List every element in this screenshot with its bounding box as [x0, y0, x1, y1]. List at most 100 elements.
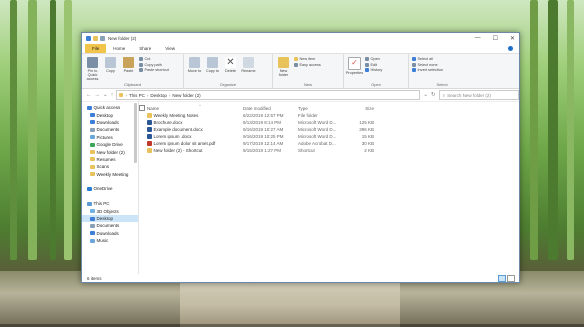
folder-icon	[90, 150, 95, 155]
minimize-button[interactable]: —	[475, 35, 481, 42]
sidebar-item-documents[interactable]: Documents	[82, 222, 138, 229]
properties-button[interactable]: ✓ Properties	[346, 57, 363, 75]
column-name[interactable]: Name	[147, 106, 243, 111]
pdf-icon	[147, 141, 152, 146]
documents-icon	[90, 223, 95, 228]
sidebar-item-label: Weekly Meeting	[96, 171, 129, 177]
sidebar-item-label: OneDrive	[93, 186, 113, 192]
sidebar-item-this-pc[interactable]: This PC	[82, 200, 138, 207]
sidebar-item-music[interactable]: Music	[82, 237, 138, 244]
open-group: ✓ Properties Open Edit History Open	[344, 54, 409, 88]
recent-locations-icon[interactable]: ⌄	[103, 92, 108, 98]
search-icon: ⌕	[442, 92, 446, 98]
details-view-button[interactable]	[498, 274, 506, 282]
delete-button[interactable]: ✕ Delete	[223, 57, 238, 73]
file-type: Microsoft Word D...	[298, 127, 337, 132]
sidebar-item-quick-access[interactable]: Quick access	[82, 104, 138, 111]
file-type: Shortcut	[298, 148, 315, 153]
history-button[interactable]: History	[365, 68, 382, 72]
sidebar-item-label: Resumes	[96, 156, 116, 162]
copy-to-button[interactable]: Copy to	[205, 57, 220, 73]
breadcrumb-new-folder[interactable]: New folder (2)	[172, 93, 200, 98]
select-all-button[interactable]: Select all	[412, 57, 443, 61]
sidebar-item-label: Scans	[96, 164, 110, 170]
file-row[interactable]: Example document.docx 9/16/2019 10:27 AM M…	[139, 126, 519, 133]
ribbon-tabs: File Home Share View	[82, 44, 519, 53]
invert-selection-button[interactable]: Invert selection	[412, 68, 443, 72]
word-doc-icon	[147, 134, 152, 139]
sidebar-item-resumes[interactable]: Resumes	[82, 156, 138, 163]
new-item-button[interactable]: New item	[294, 57, 321, 61]
move-to-button[interactable]: Move to	[187, 57, 202, 73]
back-arrow-icon[interactable]: ←	[86, 92, 92, 98]
select-none-button[interactable]: Select none	[412, 62, 443, 67]
column-size[interactable]: Size	[348, 106, 374, 111]
cut-button[interactable]: Cut	[139, 57, 169, 61]
checkmark-icon[interactable]	[100, 36, 105, 41]
sidebar-item-onedrive[interactable]: OneDrive	[82, 185, 138, 192]
tab-share[interactable]: Share	[132, 44, 158, 53]
address-dropdown-icon[interactable]: ⌄	[423, 92, 428, 98]
pin-to-quick-access-button[interactable]: Pin to Quick access	[85, 57, 100, 81]
nav-scrollbar[interactable]	[134, 103, 137, 163]
sidebar-item-google-drive[interactable]: Google Drive	[82, 141, 138, 148]
forward-arrow-icon[interactable]: →	[95, 92, 101, 98]
open-button[interactable]: Open	[365, 57, 382, 61]
file-row[interactable]: Weekly Meeting Notes 6/22/2019 12:57 PM Fi…	[139, 112, 519, 119]
easy-access-button[interactable]: Easy access	[294, 62, 321, 67]
file-date: 9/16/2019 10:27 AM	[243, 127, 284, 132]
rename-button[interactable]: Rename	[241, 57, 256, 73]
documents-icon	[90, 127, 95, 132]
sidebar-item-downloads[interactable]: Downloads	[82, 119, 138, 126]
paste-button[interactable]: Paste	[121, 57, 136, 73]
large-icons-view-button[interactable]	[507, 274, 515, 282]
copy-path-button[interactable]: Copy path	[139, 62, 169, 67]
file-name: New folder (2) - Shortcut	[153, 148, 203, 153]
column-date-modified[interactable]: Date modified	[243, 106, 298, 111]
sidebar-item-pictures[interactable]: Pictures	[82, 134, 138, 141]
tab-file[interactable]: File	[85, 44, 107, 53]
tab-home[interactable]: Home	[106, 44, 132, 53]
sidebar-item-label: 3D Objects	[96, 208, 119, 214]
column-type[interactable]: Type	[298, 106, 348, 111]
sidebar-item-scans[interactable]: Scans	[82, 163, 138, 170]
properties-icon: ✓	[348, 57, 361, 70]
tab-view[interactable]: View	[158, 44, 182, 53]
select-all-icon	[412, 57, 416, 61]
sidebar-item-label: Desktop	[96, 112, 114, 118]
delete-icon: ✕	[225, 57, 236, 68]
file-row[interactable]: Brochure.docx 9/13/2019 8:14 PM Microsoft …	[139, 119, 519, 126]
breadcrumb-desktop[interactable]: Desktop	[150, 93, 167, 98]
sidebar-item-desktop[interactable]: Desktop	[82, 214, 138, 223]
breadcrumb-this-pc[interactable]: This PC	[129, 93, 145, 98]
address-bar[interactable]: › This PC › Desktop › New folder (2)	[116, 90, 421, 100]
help-icon[interactable]	[508, 46, 513, 51]
new-group-label: New	[303, 82, 312, 87]
sidebar-item-documents[interactable]: Documents	[82, 126, 138, 133]
file-row[interactable]: Lorem ipsum .docx 9/16/2019 10:25 PM Micro…	[139, 133, 519, 140]
search-input[interactable]: ⌕ Search New folder (2)	[438, 90, 519, 100]
new-folder-button[interactable]: New folder	[276, 57, 291, 77]
maximize-button[interactable]: ☐	[493, 35, 498, 42]
select-all-checkbox[interactable]	[139, 104, 145, 111]
status-bar: 6 items	[82, 274, 519, 282]
folder-icon[interactable]	[93, 36, 98, 41]
file-row[interactable]: New folder (2) - Shortcut 9/15/2019 1:27 …	[139, 147, 519, 154]
sidebar-item-3d-objects[interactable]: 3D Objects	[82, 207, 138, 214]
copy-button[interactable]: Copy	[103, 57, 118, 73]
sidebar-item-weekly-meeting[interactable]: Weekly Meeting	[82, 171, 138, 178]
sidebar-item-label: Music	[96, 238, 109, 244]
file-size: 2 KB	[364, 148, 374, 153]
save-icon[interactable]	[86, 36, 91, 41]
file-row[interactable]: Lorem ipsum dolor sit amet.pdf 9/17/2019 …	[139, 140, 519, 147]
sidebar-item-new-folder-2[interactable]: New folder (2)	[82, 148, 138, 155]
edit-button[interactable]: Edit	[365, 62, 382, 67]
organize-group: Move to Copy to ✕ Delete Rename Organize	[184, 54, 273, 88]
refresh-icon[interactable]: ↻	[431, 92, 436, 98]
close-button[interactable]: ✕	[510, 35, 515, 42]
sidebar-item-downloads[interactable]: Downloads	[82, 230, 138, 237]
up-arrow-icon[interactable]: ↑	[111, 92, 114, 98]
paste-shortcut-button[interactable]: Paste shortcut	[139, 68, 169, 72]
cloud-icon	[87, 186, 92, 191]
sidebar-item-desktop[interactable]: Desktop	[82, 111, 138, 118]
